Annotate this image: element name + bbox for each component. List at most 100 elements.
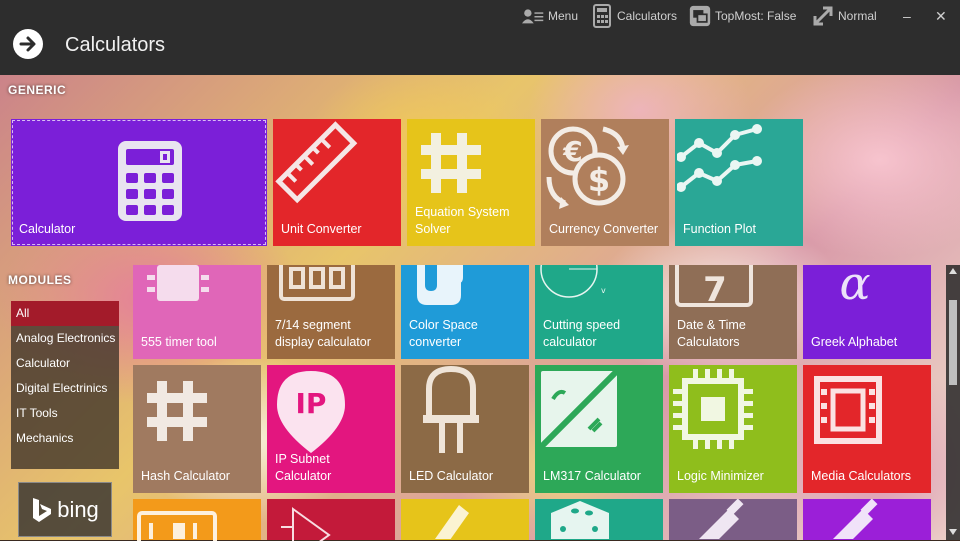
tile-probe-partial[interactable] [669,499,797,540]
tile-binary-partial[interactable] [133,499,261,541]
svg-text:7: 7 [703,270,727,309]
binary-display-icon [137,511,217,541]
location-pin-icon: IP [277,371,345,453]
tile-label: LM317 Calculator [543,469,641,483]
scroll-down-icon[interactable] [949,529,957,535]
tile-label: Cutting speed calculator [543,318,621,349]
calendar-icon: 7 [675,265,753,309]
module-item-mechanics[interactable]: Mechanics [11,426,119,451]
title-bar: Calculators Menu Calculators TopMost: Fa… [0,0,960,75]
bing-label: bing [57,496,99,522]
tile-greek-alphabet[interactable]: α Greek Alphabet [803,265,931,359]
alpha-icon: α [839,265,870,309]
pencil-icon [435,505,469,539]
calculators-button[interactable]: Calculators [591,2,677,30]
minimize-button[interactable]: – [903,2,911,30]
window-state-button[interactable]: Normal [812,2,877,30]
tile-hash-calculator[interactable]: Hash Calculator [133,365,261,493]
led-icon [423,365,479,453]
minimize-icon: – [903,8,911,24]
regulator-icon [539,369,619,449]
line-chart-icon [677,124,762,192]
calculator-icon [591,4,613,28]
tile-label: IP Subnet Calculator [275,452,332,483]
module-item-digital-electronics[interactable]: Digital Electrinics [11,376,119,401]
cpu-chip-icon [673,369,753,449]
tile-label: Date & Time Calculators [677,318,746,349]
tile-dice-partial[interactable] [535,499,663,540]
chip-icon [147,265,209,301]
close-icon: ✕ [935,7,947,24]
bing-button[interactable]: bing [18,482,112,537]
hash-icon [421,133,481,193]
resize-arrow-icon [812,5,834,27]
film-strip-icon [814,376,882,444]
topmost-toggle[interactable]: TopMost: False [689,2,796,30]
tile-label: Function Plot [683,222,756,236]
module-item-calculator[interactable]: Calculator [11,351,119,376]
tile-label: LED Calculator [409,469,494,483]
calculators-label: Calculators [617,9,678,23]
svg-text:IP: IP [296,387,327,420]
tile-cutting-speed[interactable]: v Cutting speed calculator [535,265,663,359]
tile-calculator[interactable]: Calculator [11,119,267,246]
generic-heading: GENERIC [8,83,67,97]
tile-currency-converter[interactable]: € $ Currency Converter [541,119,669,246]
tile-pencil-partial[interactable] [401,499,529,540]
menu-button[interactable]: Menu [522,2,578,30]
opamp-icon [281,507,331,541]
scrollbar-thumb[interactable] [949,300,957,385]
currency-exchange-icon: € $ [546,126,629,209]
tile-led-calculator[interactable]: LED Calculator [401,365,529,493]
back-button[interactable] [13,29,43,59]
tile-555-timer[interactable]: 555 timer tool [133,265,261,359]
tile-media-calculators[interactable]: Media Calculators [803,365,931,493]
tile-opamp-partial[interactable] [267,499,395,541]
tile-label: 7/14 segment display calculator [275,318,371,349]
tile-label: Calculator [19,222,76,236]
tile-label: Unit Converter [281,222,362,236]
tile-function-plot[interactable]: Function Plot [675,119,803,246]
tile-segment-display[interactable]: 7/14 segment display calculator [267,265,395,359]
tile-label: Color Space converter [409,318,478,349]
svg-text:v: v [601,286,606,295]
tile-lm317[interactable]: LM317 Calculator [535,365,663,493]
bing-logo-icon [33,497,52,522]
calculator-icon [118,141,182,221]
modules-list: All Analog Electronics Calculator Digita… [11,301,119,469]
close-button[interactable]: ✕ [935,2,947,30]
menu-label: Menu [548,9,579,23]
normal-label: Normal [838,9,877,23]
tile-label: Currency Converter [549,222,659,236]
tile-logic-minimizer[interactable]: Logic Minimizer [669,365,797,493]
module-item-it-tools[interactable]: IT Tools [11,401,119,426]
arrow-right-icon [19,36,36,52]
vertical-scrollbar[interactable] [946,265,960,540]
ruler-icon [275,121,358,204]
tile-label: Hash Calculator [141,469,230,483]
modules-heading: MODULES [8,273,72,287]
tile-label: Greek Alphabet [811,335,898,349]
window-stack-icon [689,5,711,27]
tile-equation-solver[interactable]: Equation System Solver [407,119,535,246]
topmost-label: TopMost: False [715,9,797,23]
tile-date-time[interactable]: 7 Date & Time Calculators [669,265,797,359]
tile-probe2-partial[interactable] [803,499,931,540]
svg-text:α: α [839,265,870,309]
tile-label: Equation System Solver [415,205,510,236]
user-menu-icon [522,5,544,27]
module-item-all[interactable]: All [11,301,119,326]
tile-label: 555 timer tool [141,335,217,349]
tile-color-space[interactable]: Color Space converter [401,265,529,359]
tile-ip-subnet[interactable]: IP IP Subnet Calculator [267,365,395,493]
probe-icon [699,499,744,539]
paint-bucket-icon [417,265,463,305]
tile-unit-converter[interactable]: Unit Converter [273,119,401,246]
gear-diagram-icon: v [540,265,606,298]
page-title: Calculators [65,34,166,56]
tile-label: Logic Minimizer [677,469,764,483]
dice-icon [551,501,609,539]
seven-segment-icon [279,265,355,301]
module-item-analog-electronics[interactable]: Analog Electronics [11,326,119,351]
scroll-up-icon[interactable] [949,268,957,274]
